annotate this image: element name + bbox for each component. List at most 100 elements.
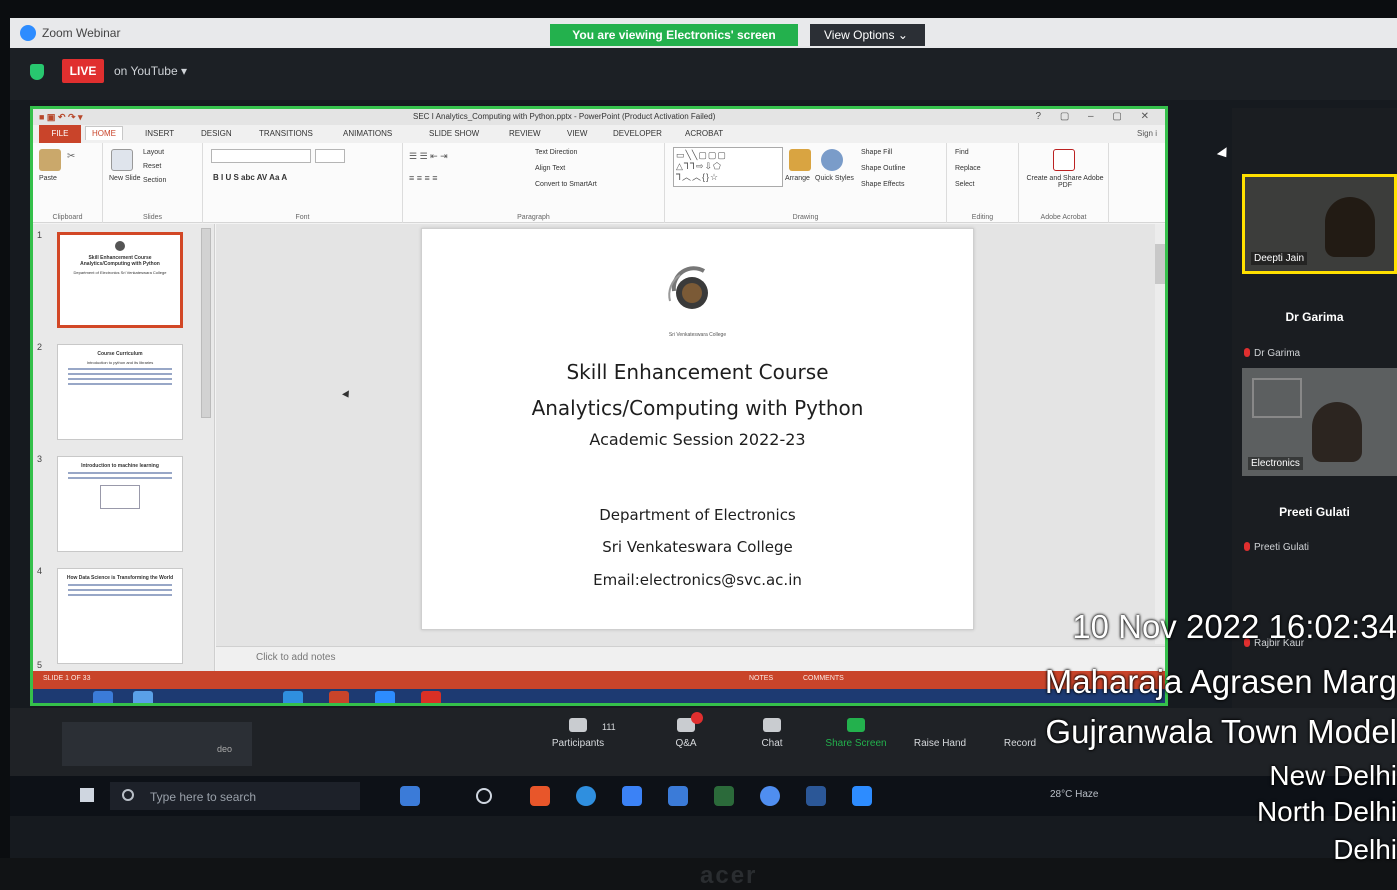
live-platform-dropdown[interactable]: on YouTube ▾	[114, 64, 187, 78]
thumb-text-line	[68, 477, 172, 479]
reset-button[interactable]: Reset	[143, 163, 161, 170]
tab-file[interactable]: FILE	[39, 125, 81, 143]
arrange-button[interactable]: Arrange	[785, 175, 810, 182]
tab-review[interactable]: REVIEW	[509, 129, 541, 138]
shape-outline-button[interactable]: Shape Outline	[861, 165, 905, 172]
shield-icon[interactable]	[30, 64, 44, 80]
office-icon[interactable]	[530, 786, 550, 806]
cut-icon[interactable]: ✂	[67, 151, 75, 162]
new-slide-button[interactable]: New Slide	[109, 175, 141, 182]
create-share-pdf-button[interactable]: Create and Share Adobe PDF	[1025, 175, 1105, 189]
remote-edge-icon[interactable]	[283, 691, 303, 703]
align-text-button[interactable]: Align Text	[535, 165, 565, 172]
task-view-icon[interactable]	[476, 788, 492, 804]
tab-developer[interactable]: DEVELOPER	[613, 129, 662, 138]
select-button[interactable]: Select	[955, 181, 974, 188]
paragraph-group-label: Paragraph	[517, 214, 550, 221]
tab-transitions[interactable]: TRANSITIONS	[259, 129, 313, 138]
excel-icon[interactable]	[714, 786, 734, 806]
quick-styles-icon[interactable]	[821, 149, 843, 171]
search-icon	[122, 789, 134, 801]
slide-thumbnail[interactable]: Introduction to machine learning	[57, 456, 183, 552]
tab-home[interactable]: HOME	[85, 126, 123, 140]
remote-app-icon[interactable]	[133, 691, 153, 703]
chat-button[interactable]: Chat	[732, 718, 812, 749]
thumb-text-line	[68, 594, 172, 596]
tab-animations[interactable]: ANIMATIONS	[343, 129, 392, 138]
edit-vertical-scrollbar[interactable]	[1155, 224, 1165, 644]
remote-zoom-icon[interactable]	[375, 691, 395, 703]
tab-slide-show[interactable]: SLIDE SHOW	[429, 129, 479, 138]
tab-acrobat[interactable]: ACROBAT	[685, 129, 723, 138]
ribbon-group-slides: New Slide Layout Reset Section Slides	[103, 143, 203, 223]
store-icon[interactable]	[622, 786, 642, 806]
tab-insert[interactable]: INSERT	[145, 129, 174, 138]
edit-scroll-thumb[interactable]	[1155, 244, 1165, 284]
edge-icon[interactable]	[576, 786, 596, 806]
adobe-pdf-icon[interactable]	[1053, 149, 1075, 171]
find-button[interactable]: Find	[955, 149, 969, 156]
raise-hand-label: Raise Hand	[913, 738, 967, 749]
convert-smartart-button[interactable]: Convert to SmartArt	[535, 181, 597, 188]
new-slide-icon[interactable]	[111, 149, 133, 171]
text-direction-button[interactable]: Text Direction	[535, 149, 577, 156]
remote-app-icon[interactable]	[93, 691, 113, 703]
quick-styles-button[interactable]: Quick Styles	[815, 175, 854, 182]
slide-thumbnail[interactable]: Skill Enhancement Course Analytics/Compu…	[57, 232, 183, 328]
video-tile[interactable]: Electronics	[1242, 368, 1397, 476]
section-button[interactable]: Section	[143, 177, 166, 184]
arrange-icon[interactable]	[789, 149, 811, 171]
zoom-titlebar: Zoom Webinar You are viewing Electronics…	[10, 18, 1397, 48]
share-screen-button[interactable]: Share Screen	[816, 718, 896, 749]
notes-toggle-button[interactable]: NOTES	[749, 675, 773, 682]
taskbar-app-icon[interactable]	[400, 786, 420, 806]
ppt-quick-access-icon[interactable]: ■ ▣ ↶ ↷ ▾	[39, 112, 83, 123]
thumbnails-scrollbar[interactable]	[201, 228, 211, 418]
slide-thumbnail[interactable]: Course Curriculum Introduction to python…	[57, 344, 183, 440]
live-badge[interactable]: LIVE	[62, 59, 104, 83]
replace-button[interactable]: Replace	[955, 165, 981, 172]
viewing-screen-banner: You are viewing Electronics' screen	[550, 24, 798, 46]
shape-effects-button[interactable]: Shape Effects	[861, 181, 904, 188]
participant-name-title: Dr Garima	[1285, 310, 1344, 324]
weather-widget[interactable]: 28°C Haze	[1050, 789, 1098, 800]
font-size-select[interactable]	[315, 149, 345, 163]
tab-design[interactable]: DESIGN	[201, 129, 232, 138]
list-buttons[interactable]: ☰ ☰ ⇤ ⇥	[409, 151, 448, 162]
shape-fill-button[interactable]: Shape Fill	[861, 149, 892, 156]
comments-toggle-button[interactable]: COMMENTS	[803, 675, 844, 682]
shapes-gallery[interactable]: ▭╲╲▢▢▢ △⅂⅂⇨⇩⬠ ⅂︿︿{}☆	[673, 147, 783, 187]
video-tile-active[interactable]: Deepti Jain	[1242, 174, 1397, 274]
font-name-select[interactable]	[211, 149, 311, 163]
mail-icon[interactable]	[668, 786, 688, 806]
taskbar-search-box[interactable]: Type here to search	[110, 782, 360, 810]
remote-acrobat-icon[interactable]	[421, 691, 441, 703]
remote-taskbar	[33, 689, 1165, 703]
participants-icon	[569, 718, 587, 732]
windows-taskbar: Type here to search 28°C Haze	[10, 776, 1397, 816]
zoom-icon[interactable]	[852, 786, 872, 806]
sign-in-link[interactable]: Sign i	[1137, 129, 1157, 138]
qa-button[interactable]: Q&A	[646, 712, 726, 749]
slide-thumbnail[interactable]: How Data Science is Transforming the Wor…	[57, 568, 183, 664]
align-buttons[interactable]: ≡ ≡ ≡ ≡	[409, 173, 438, 183]
windows-start-icon[interactable]	[80, 788, 94, 802]
raise-hand-icon	[931, 718, 949, 732]
font-format-buttons[interactable]: B I U S abc AV Aa A	[213, 173, 287, 182]
notes-pane[interactable]: Click to add notes	[216, 646, 1165, 671]
thumb-number: 1	[37, 230, 43, 240]
paste-icon[interactable]	[39, 149, 61, 171]
current-slide[interactable]: Sri Venkateswara College Skill Enhanceme…	[421, 228, 974, 630]
chrome-icon[interactable]	[760, 786, 780, 806]
participant-name-label: Dr Garima	[1244, 348, 1300, 359]
raise-hand-button[interactable]: Raise Hand	[900, 718, 980, 749]
font-group-label: Font	[295, 214, 310, 221]
mini-video-window[interactable]: deo	[62, 722, 252, 766]
word-icon[interactable]	[806, 786, 826, 806]
layout-button[interactable]: Layout	[143, 149, 164, 156]
ppt-window-controls[interactable]: ? ▢ – ▢ ✕	[1035, 111, 1157, 122]
tab-view[interactable]: VIEW	[567, 129, 587, 138]
paste-button[interactable]: Paste	[39, 175, 57, 182]
view-options-button[interactable]: View Options ⌄	[810, 24, 925, 46]
remote-powerpoint-icon[interactable]	[329, 691, 349, 703]
